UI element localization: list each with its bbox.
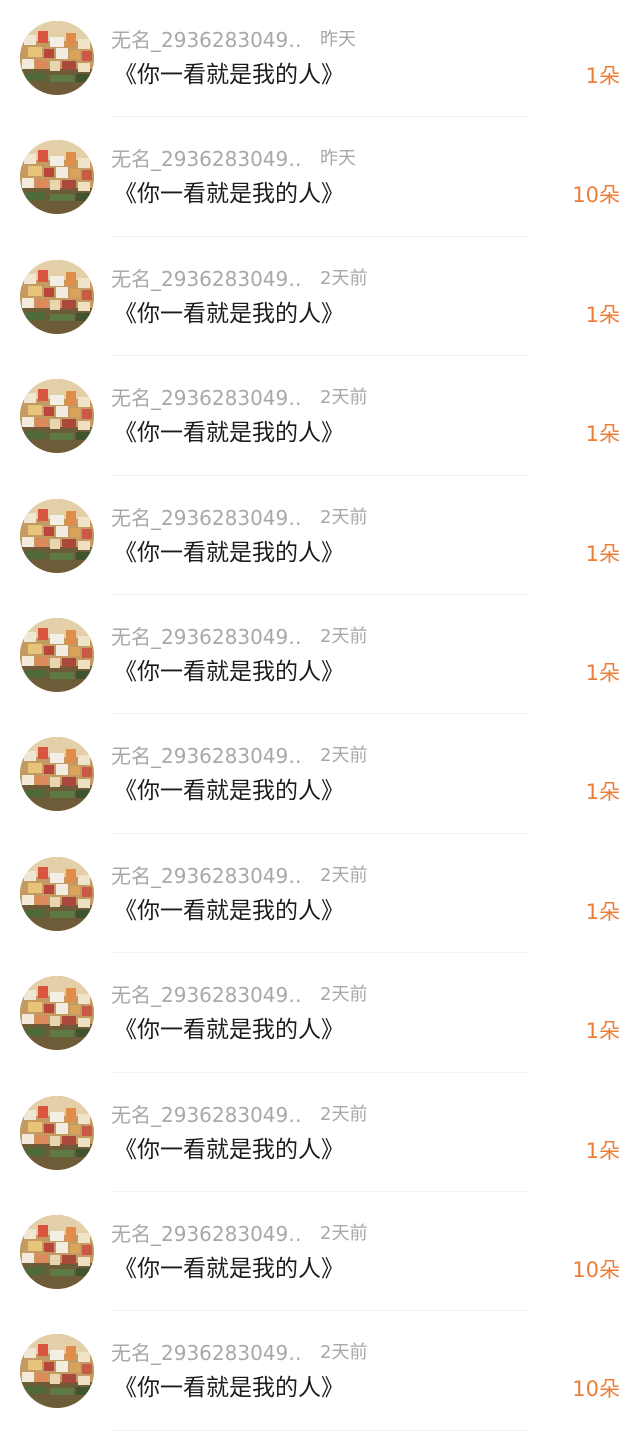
list-item[interactable]: 无名_2936283049… 2天前 《你一看就是我的人》 1朵 xyxy=(0,478,640,597)
song-title[interactable]: 《你一看就是我的人》 xyxy=(114,894,344,928)
list-item[interactable]: 无名_2936283049… 2天前 《你一看就是我的人》 1朵 xyxy=(0,358,640,477)
avatar[interactable] xyxy=(20,976,94,1051)
timestamp: 2天前 xyxy=(320,625,368,647)
username[interactable]: 无名_2936283049… xyxy=(111,26,303,54)
list-item[interactable]: 无名_2936283049… 2天前 《你一看就是我的人》 10朵 xyxy=(0,1313,640,1432)
divider xyxy=(111,355,530,357)
username[interactable]: 无名_2936283049… xyxy=(111,145,303,173)
flower-count: 10朵 xyxy=(572,183,620,208)
username[interactable]: 无名_2936283049… xyxy=(111,1220,303,1248)
song-title[interactable]: 《你一看就是我的人》 xyxy=(114,177,344,211)
avatar[interactable] xyxy=(20,1214,94,1289)
flower-count: 1朵 xyxy=(585,541,620,566)
timestamp: 2天前 xyxy=(320,1222,368,1244)
username[interactable]: 无名_2936283049… xyxy=(111,623,303,651)
song-title[interactable]: 《你一看就是我的人》 xyxy=(114,655,344,689)
song-title[interactable]: 《你一看就是我的人》 xyxy=(114,58,344,92)
timestamp: 2天前 xyxy=(320,745,368,767)
username[interactable]: 无名_2936283049… xyxy=(111,862,303,890)
username[interactable]: 无名_2936283049… xyxy=(111,1339,303,1367)
avatar[interactable] xyxy=(20,498,94,573)
list-item[interactable]: 无名_2936283049… 2天前 《你一看就是我的人》 10朵 xyxy=(0,1194,640,1313)
song-title[interactable]: 《你一看就是我的人》 xyxy=(114,1252,344,1286)
flower-count: 1朵 xyxy=(585,1019,620,1044)
timestamp: 2天前 xyxy=(320,864,368,886)
divider xyxy=(111,1310,530,1312)
song-title[interactable]: 《你一看就是我的人》 xyxy=(114,297,344,331)
avatar[interactable] xyxy=(20,617,94,692)
flower-count: 1朵 xyxy=(585,422,620,447)
username[interactable]: 无名_2936283049… xyxy=(111,265,303,293)
avatar[interactable] xyxy=(20,259,94,334)
song-title[interactable]: 《你一看就是我的人》 xyxy=(114,1133,344,1167)
list-item[interactable]: 无名_2936283049… 昨天 《你一看就是我的人》 1朵 xyxy=(0,0,640,119)
divider xyxy=(111,593,530,595)
divider xyxy=(111,1071,530,1073)
timestamp: 2天前 xyxy=(320,1103,368,1125)
flower-count: 1朵 xyxy=(585,899,620,924)
avatar[interactable] xyxy=(20,21,94,95)
timestamp: 2天前 xyxy=(320,984,368,1006)
song-title[interactable]: 《你一看就是我的人》 xyxy=(114,536,344,570)
avatar[interactable] xyxy=(20,856,94,931)
flower-count: 1朵 xyxy=(585,780,620,805)
list-item[interactable]: 无名_2936283049… 2天前 《你一看就是我的人》 1朵 xyxy=(0,597,640,716)
flower-count: 1朵 xyxy=(585,660,620,685)
timestamp: 2天前 xyxy=(320,387,368,409)
flower-count: 10朵 xyxy=(572,1257,620,1282)
avatar[interactable] xyxy=(20,1334,94,1409)
divider xyxy=(111,116,530,118)
timestamp: 2天前 xyxy=(320,506,368,528)
flower-count: 1朵 xyxy=(585,302,620,327)
divider xyxy=(111,235,530,237)
timestamp: 昨天 xyxy=(320,148,356,170)
timestamp: 昨天 xyxy=(320,29,356,50)
divider xyxy=(111,832,530,834)
username[interactable]: 无名_2936283049… xyxy=(111,1101,303,1129)
flower-count: 1朵 xyxy=(585,1138,620,1163)
song-title[interactable]: 《你一看就是我的人》 xyxy=(114,1013,344,1047)
list-item[interactable]: 无名_2936283049… 2天前 《你一看就是我的人》 1朵 xyxy=(0,1075,640,1194)
username[interactable]: 无名_2936283049… xyxy=(111,981,303,1009)
list-item[interactable]: 无名_2936283049… 2天前 《你一看就是我的人》 1朵 xyxy=(0,716,640,835)
username[interactable]: 无名_2936283049… xyxy=(111,384,303,412)
song-title[interactable]: 《你一看就是我的人》 xyxy=(114,1371,344,1405)
timestamp: 2天前 xyxy=(320,1342,368,1364)
username[interactable]: 无名_2936283049… xyxy=(111,504,303,532)
gift-list: 无名_2936283049… 昨天 《你一看就是我的人》 1朵 无名_29362… xyxy=(0,0,640,1433)
song-title[interactable]: 《你一看就是我的人》 xyxy=(114,774,344,808)
avatar[interactable] xyxy=(20,379,94,454)
timestamp: 2天前 xyxy=(320,267,368,289)
avatar[interactable] xyxy=(20,1095,94,1170)
flower-count: 10朵 xyxy=(572,1377,620,1402)
divider xyxy=(111,952,530,954)
divider xyxy=(111,1190,530,1192)
flower-count: 1朵 xyxy=(585,64,620,88)
divider xyxy=(111,713,530,715)
list-item[interactable]: 无名_2936283049… 2天前 《你一看就是我的人》 1朵 xyxy=(0,836,640,955)
avatar[interactable] xyxy=(20,737,94,812)
username[interactable]: 无名_2936283049… xyxy=(111,742,303,770)
divider xyxy=(111,474,530,476)
list-item[interactable]: 无名_2936283049… 2天前 《你一看就是我的人》 1朵 xyxy=(0,955,640,1074)
list-item[interactable]: 无名_2936283049… 昨天 《你一看就是我的人》 10朵 xyxy=(0,119,640,238)
avatar[interactable] xyxy=(20,140,94,215)
list-item[interactable]: 无名_2936283049… 2天前 《你一看就是我的人》 1朵 xyxy=(0,239,640,358)
divider xyxy=(111,1429,530,1431)
song-title[interactable]: 《你一看就是我的人》 xyxy=(114,416,344,450)
